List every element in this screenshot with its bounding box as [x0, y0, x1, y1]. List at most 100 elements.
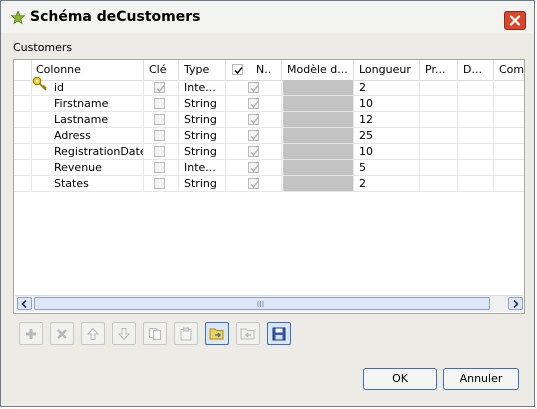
cell-nullable[interactable]: [226, 96, 282, 112]
cell-longueur[interactable]: 5: [354, 160, 420, 176]
nullable-checkbox[interactable]: [248, 162, 259, 173]
cell-comment[interactable]: [494, 176, 524, 192]
cell-precision[interactable]: [420, 176, 458, 192]
key-checkbox[interactable]: [154, 98, 165, 109]
remove-row-button[interactable]: [50, 322, 74, 345]
cell-nullable[interactable]: [226, 80, 282, 96]
save-schema-button[interactable]: [267, 322, 291, 345]
cell-comment[interactable]: [494, 144, 524, 160]
select-all-checkbox[interactable]: [232, 64, 243, 75]
scroll-right-button[interactable]: [508, 297, 523, 310]
table-row[interactable]: id Inte... 2: [14, 76, 524, 96]
cell-type[interactable]: String: [179, 176, 226, 192]
table-row[interactable]: Firstname String 10: [14, 96, 524, 112]
nullable-checkbox[interactable]: [248, 114, 259, 125]
export-schema-button[interactable]: [236, 322, 260, 345]
cell-modele[interactable]: [282, 112, 354, 128]
cell-cle[interactable]: [144, 80, 179, 96]
cell-nullable[interactable]: [226, 160, 282, 176]
cell-longueur[interactable]: 25: [354, 128, 420, 144]
cell-longueur[interactable]: 2: [354, 176, 420, 192]
cell-comment[interactable]: [494, 128, 524, 144]
ok-button[interactable]: OK: [363, 368, 437, 390]
cell-default[interactable]: [458, 128, 494, 144]
nullable-checkbox[interactable]: [248, 178, 259, 189]
import-schema-button[interactable]: [205, 322, 229, 345]
header-default[interactable]: D...: [458, 60, 494, 80]
cell-colonne[interactable]: Lastname: [32, 112, 144, 128]
cell-precision[interactable]: [420, 128, 458, 144]
cell-cle[interactable]: [144, 176, 179, 192]
cell-comment[interactable]: [494, 80, 524, 96]
horizontal-scrollbar[interactable]: [15, 295, 523, 312]
table-row[interactable]: Revenue Inte... 5: [14, 160, 524, 176]
cell-type[interactable]: Inte...: [179, 160, 226, 176]
cell-modele[interactable]: [282, 96, 354, 112]
cell-longueur[interactable]: 12: [354, 112, 420, 128]
cell-modele[interactable]: [282, 128, 354, 144]
cell-type[interactable]: String: [179, 112, 226, 128]
cell-precision[interactable]: [420, 80, 458, 96]
cell-colonne[interactable]: RegistrationDate: [32, 144, 144, 160]
close-button[interactable]: [504, 11, 526, 30]
cell-cle[interactable]: [144, 112, 179, 128]
cell-comment[interactable]: [494, 96, 524, 112]
cell-cle[interactable]: [144, 160, 179, 176]
cell-default[interactable]: [458, 112, 494, 128]
cell-nullable[interactable]: [226, 128, 282, 144]
key-checkbox[interactable]: [154, 114, 165, 125]
copy-button[interactable]: [143, 322, 167, 345]
header-comment[interactable]: Com...: [494, 60, 524, 80]
nullable-checkbox[interactable]: [248, 130, 259, 141]
nullable-checkbox[interactable]: [248, 98, 259, 109]
cell-default[interactable]: [458, 96, 494, 112]
cell-type[interactable]: Inte...: [179, 80, 226, 96]
cell-modele[interactable]: [282, 144, 354, 160]
cell-type[interactable]: String: [179, 96, 226, 112]
header-modele[interactable]: Modèle d...: [282, 60, 354, 80]
cell-longueur[interactable]: 10: [354, 96, 420, 112]
table-row[interactable]: RegistrationDate String 10: [14, 144, 524, 160]
cell-colonne[interactable]: Firstname: [32, 96, 144, 112]
table-row[interactable]: States String 2: [14, 176, 524, 192]
cell-colonne[interactable]: Adress: [32, 128, 144, 144]
paste-button[interactable]: [174, 322, 198, 345]
cell-longueur[interactable]: 10: [354, 144, 420, 160]
cell-cle[interactable]: [144, 144, 179, 160]
cell-modele[interactable]: [282, 160, 354, 176]
cell-comment[interactable]: [494, 160, 524, 176]
add-row-button[interactable]: [19, 322, 43, 345]
key-checkbox[interactable]: [154, 162, 165, 173]
cell-type[interactable]: String: [179, 128, 226, 144]
header-type[interactable]: Type: [179, 60, 226, 80]
move-down-button[interactable]: [112, 322, 136, 345]
cell-default[interactable]: [458, 80, 494, 96]
key-checkbox[interactable]: [154, 82, 165, 93]
header-cle[interactable]: Clé: [144, 60, 179, 80]
cell-type[interactable]: String: [179, 144, 226, 160]
cell-colonne[interactable]: States: [32, 176, 144, 192]
cell-comment[interactable]: [494, 112, 524, 128]
cell-default[interactable]: [458, 144, 494, 160]
cell-precision[interactable]: [420, 112, 458, 128]
nullable-checkbox[interactable]: [248, 146, 259, 157]
key-checkbox[interactable]: [154, 178, 165, 189]
cell-default[interactable]: [458, 176, 494, 192]
cell-precision[interactable]: [420, 96, 458, 112]
scroll-left-button[interactable]: [17, 297, 32, 310]
cell-nullable[interactable]: [226, 176, 282, 192]
cell-cle[interactable]: [144, 96, 179, 112]
cancel-button[interactable]: Annuler: [443, 368, 519, 390]
cell-nullable[interactable]: [226, 112, 282, 128]
cell-precision[interactable]: [420, 160, 458, 176]
scroll-thumb[interactable]: [34, 297, 490, 310]
cell-colonne[interactable]: Revenue: [32, 160, 144, 176]
cell-modele[interactable]: [282, 80, 354, 96]
cell-default[interactable]: [458, 160, 494, 176]
move-up-button[interactable]: [81, 322, 105, 345]
header-nullable[interactable]: N..: [226, 60, 282, 80]
header-precision[interactable]: Pr...: [420, 60, 458, 80]
cell-precision[interactable]: [420, 144, 458, 160]
cell-longueur[interactable]: 2: [354, 80, 420, 96]
nullable-checkbox[interactable]: [248, 82, 259, 93]
